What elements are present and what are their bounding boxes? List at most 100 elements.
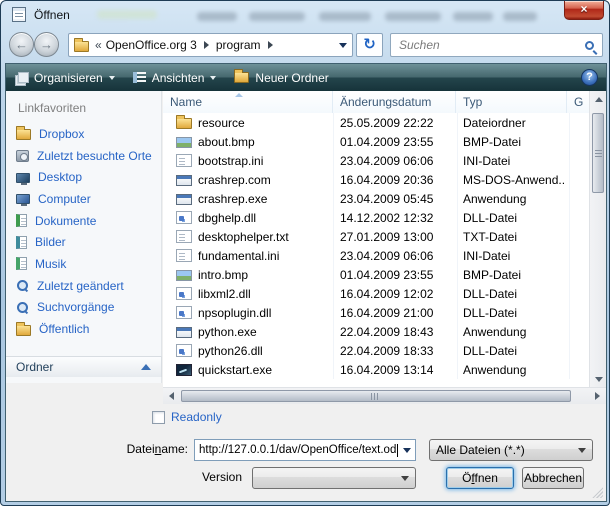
app-icon: [176, 194, 192, 205]
file-date: 16.04.2009 20:36: [331, 173, 454, 187]
file-row[interactable]: quickstart.exe16.04.2009 13:14Anwendung: [163, 360, 589, 379]
file-row[interactable]: resource25.05.2009 22:22Dateiordner: [163, 113, 589, 132]
file-type: Anwendung: [454, 325, 565, 339]
views-button[interactable]: Ansichten: [124, 64, 226, 91]
open-button[interactable]: Öffnen: [446, 467, 514, 489]
file-date: 23.04.2009 06:06: [331, 249, 454, 263]
filename-input[interactable]: http://127.0.0.1/dav/OpenOffice/text.odt: [194, 439, 416, 461]
file-name: intro.bmp: [198, 268, 331, 282]
column-header-name[interactable]: Name: [163, 91, 333, 113]
file-name: crashrep.com: [198, 173, 331, 187]
sidebar-item-recently-changed[interactable]: Zuletzt geändert: [6, 275, 162, 297]
search-input[interactable]: Suchen: [390, 33, 603, 57]
chevron-right-icon[interactable]: [268, 41, 273, 49]
file-row[interactable]: python.exe22.04.2009 18:43Anwendung: [163, 322, 589, 341]
horizontal-scroll-thumb[interactable]: [181, 390, 571, 402]
dialog-footer: Readonly Dateiname: http://127.0.0.1/dav…: [6, 404, 606, 501]
file-row[interactable]: bootstrap.ini23.04.2009 06:06INI-Datei: [163, 151, 589, 170]
file-name: about.bmp: [198, 135, 331, 149]
file-row[interactable]: dbghelp.dll14.12.2002 12:32DLL-Datei: [163, 208, 589, 227]
address-dropdown-button[interactable]: [334, 34, 352, 56]
folders-expander[interactable]: Ordner: [6, 356, 162, 377]
cancel-button[interactable]: Abbrechen: [522, 467, 584, 489]
file-date: 14.12.2002 12:32: [331, 211, 454, 225]
file-row[interactable]: libxml2.dll16.04.2009 12:02DLL-Datei: [163, 284, 589, 303]
quickstart-app-icon: [176, 364, 192, 376]
readonly-checkbox[interactable]: [152, 411, 165, 424]
new-folder-button[interactable]: Neuer Ordner: [225, 64, 337, 91]
new-folder-icon: [234, 72, 249, 83]
scroll-down-button[interactable]: [590, 371, 607, 387]
chevron-right-icon[interactable]: [204, 41, 209, 49]
horizontal-scrollbar[interactable]: [163, 387, 606, 404]
sidebar-item-label: Dokumente: [35, 214, 96, 228]
help-icon: ?: [586, 71, 593, 83]
sidebar-item-dropbox[interactable]: Dropbox: [6, 123, 162, 145]
sidebar-item-public[interactable]: Öffentlich: [6, 318, 162, 340]
forward-button[interactable]: →: [34, 32, 59, 57]
scroll-left-button[interactable]: [163, 388, 180, 404]
breadcrumb-item[interactable]: OpenOffice.org 3: [106, 38, 197, 52]
file-date: 16.04.2009 12:02: [331, 287, 454, 301]
readonly-label[interactable]: Readonly: [171, 410, 222, 424]
breadcrumb-item[interactable]: program: [216, 38, 261, 52]
navigation-bar: ← → « OpenOffice.org 3 program ↻ Suchen: [1, 29, 610, 63]
breadcrumb-overflow[interactable]: «: [95, 38, 102, 52]
sidebar-item-label: Öffentlich: [39, 322, 89, 336]
file-type: DLL-Datei: [454, 287, 565, 301]
help-button[interactable]: ?: [581, 69, 598, 86]
file-row[interactable]: crashrep.com16.04.2009 20:36MS-DOS-Anwen…: [163, 170, 589, 189]
close-button[interactable]: ×: [564, 1, 604, 20]
file-row[interactable]: crashrep.exe23.04.2009 05:45Anwendung: [163, 189, 589, 208]
file-list: Name Änderungsdatum Typ G resource25.05.…: [163, 91, 606, 404]
back-button[interactable]: ←: [9, 32, 34, 57]
sidebar-item-pictures[interactable]: Bilder: [6, 231, 162, 253]
scroll-down-icon: [595, 377, 603, 382]
chevron-down-icon: [339, 43, 347, 48]
public-folder-icon: [16, 325, 31, 336]
searches-icon: [16, 301, 29, 314]
file-row[interactable]: about.bmp01.04.2009 23:55BMP-Datei: [163, 132, 589, 151]
file-date: 16.04.2009 21:00: [331, 306, 454, 320]
chevron-down-icon: [210, 76, 216, 80]
vertical-scroll-thumb[interactable]: [592, 113, 604, 193]
sidebar-item-documents[interactable]: Dokumente: [6, 210, 162, 232]
file-row[interactable]: desktophelper.txt27.01.2009 13:00TXT-Dat…: [163, 227, 589, 246]
dll-file-icon: [176, 287, 192, 300]
sidebar-item-searches[interactable]: Suchvorgänge: [6, 297, 162, 319]
views-label: Ansichten: [152, 71, 205, 85]
version-label: Version: [136, 470, 242, 484]
organize-button[interactable]: Organisieren: [6, 64, 124, 91]
column-header-size[interactable]: G: [567, 91, 589, 113]
file-row[interactable]: npsoplugin.dll16.04.2009 21:00DLL-Datei: [163, 303, 589, 322]
organize-label: Organisieren: [34, 71, 103, 85]
file-name: bootstrap.ini: [198, 154, 331, 168]
version-dropdown[interactable]: [252, 467, 416, 489]
sidebar-item-recent-places[interactable]: Zuletzt besuchte Orte: [6, 145, 162, 167]
filetype-dropdown[interactable]: Alle Dateien (*.*): [429, 439, 593, 461]
scroll-up-button[interactable]: [590, 91, 607, 107]
search-icon: [585, 41, 594, 50]
sidebar-item-music[interactable]: Musik: [6, 253, 162, 275]
file-row[interactable]: intro.bmp01.04.2009 23:55BMP-Datei: [163, 265, 589, 284]
file-row[interactable]: python26.dll22.04.2009 18:33DLL-Datei: [163, 341, 589, 360]
dll-file-icon: [176, 306, 192, 319]
dll-file-icon: [176, 344, 192, 357]
recently-changed-icon: [16, 279, 29, 292]
file-type: TXT-Datei: [454, 230, 565, 244]
vertical-scrollbar[interactable]: [589, 91, 606, 387]
filename-dropdown-button[interactable]: [398, 440, 415, 460]
sidebar-item-computer[interactable]: Computer: [6, 188, 162, 210]
app-icon: [176, 327, 192, 338]
chevron-down-icon: [401, 476, 409, 481]
column-header-type[interactable]: Typ: [456, 91, 567, 113]
scroll-right-button[interactable]: [589, 388, 606, 404]
file-row[interactable]: fundamental.ini23.04.2009 06:06INI-Datei: [163, 246, 589, 265]
refresh-button[interactable]: ↻: [356, 33, 383, 57]
address-bar[interactable]: « OpenOffice.org 3 program: [68, 33, 353, 57]
sidebar-item-desktop[interactable]: Desktop: [6, 166, 162, 188]
resize-grip[interactable]: [592, 487, 603, 498]
column-header-date[interactable]: Änderungsdatum: [333, 91, 456, 113]
bmp-file-icon: [176, 270, 192, 281]
file-name: npsoplugin.dll: [198, 306, 331, 320]
